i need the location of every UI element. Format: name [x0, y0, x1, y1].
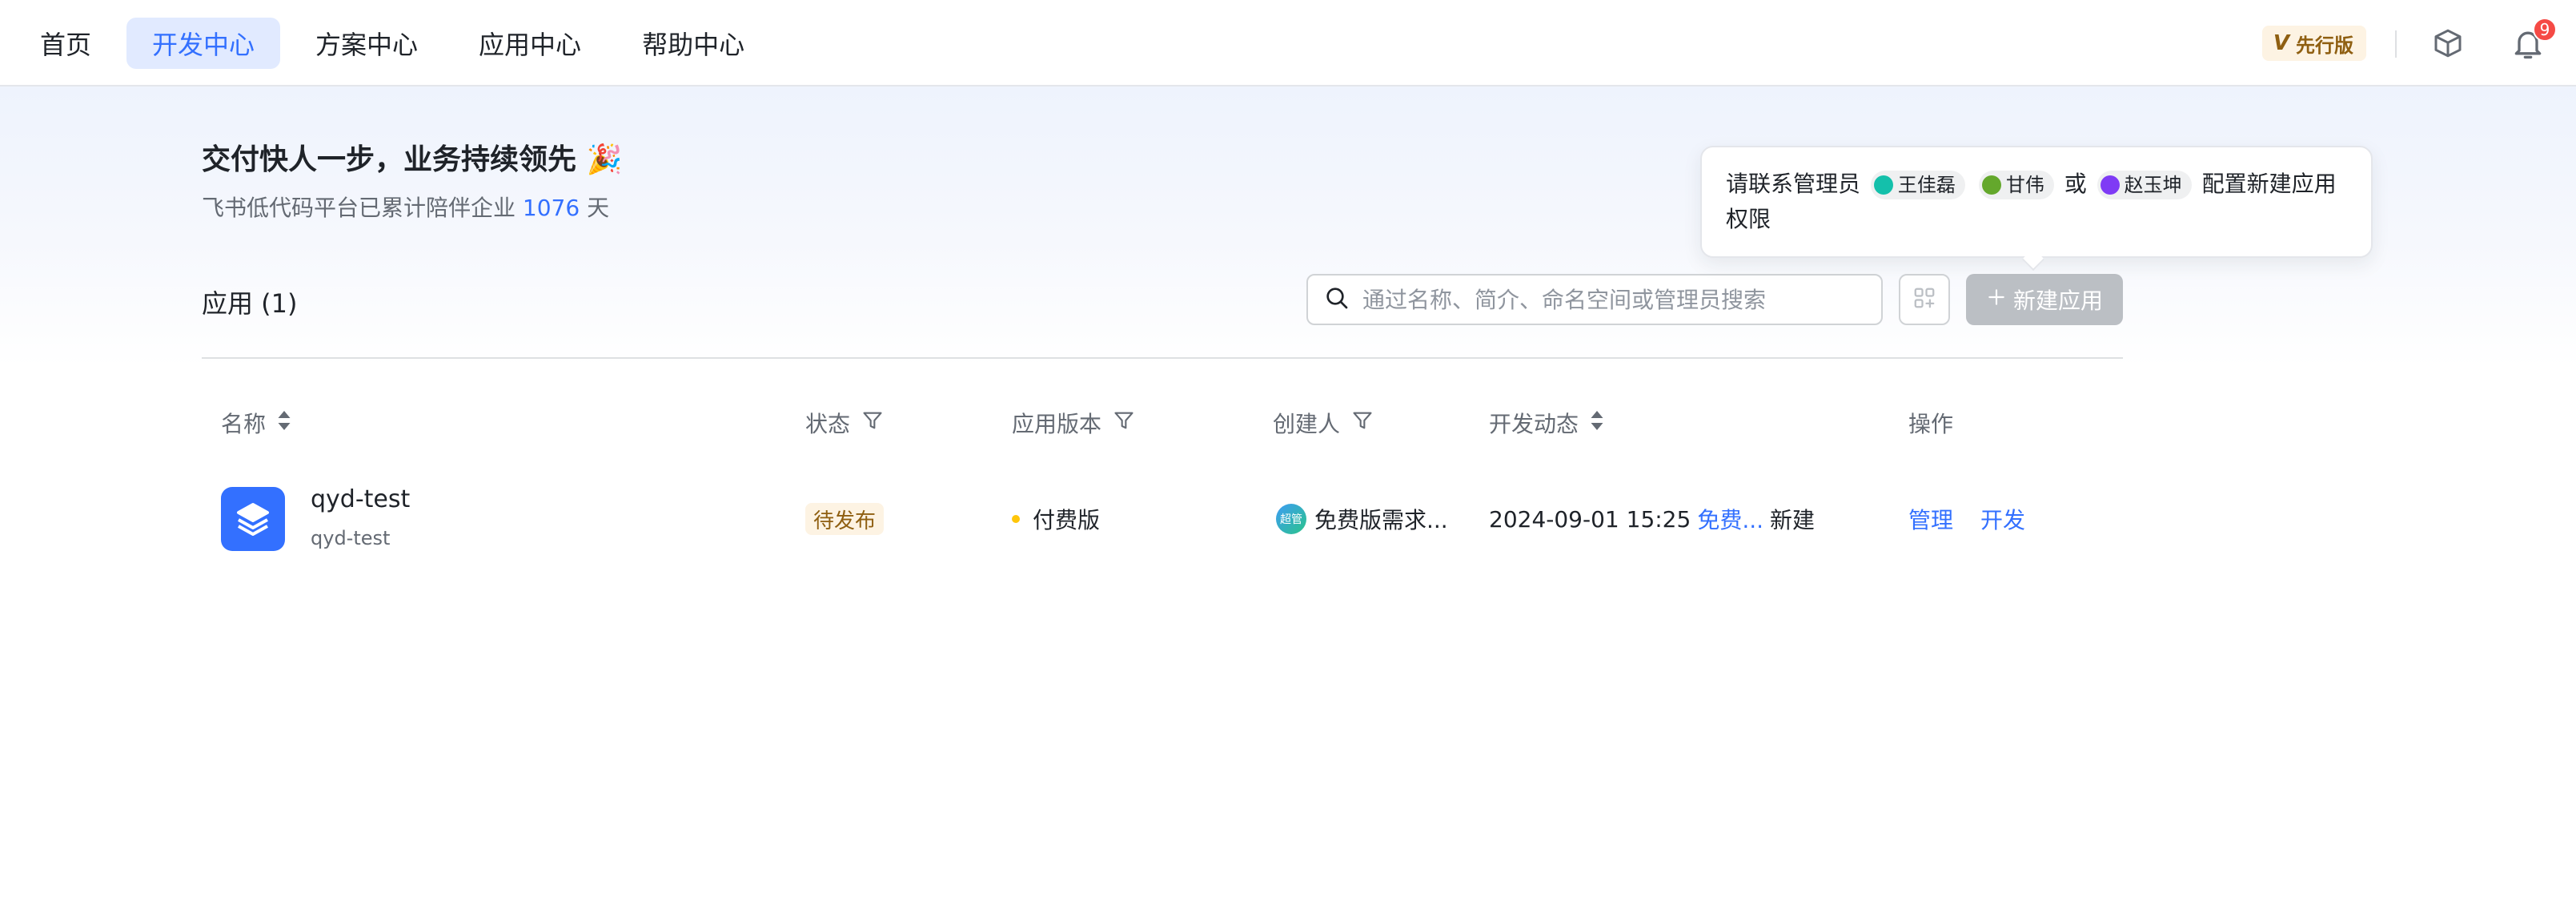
- edition-v-icon: V: [2273, 31, 2289, 55]
- column-header-label: 应用版本: [1012, 411, 1102, 437]
- hero-days-count: 1076: [522, 195, 580, 221]
- notification-count-badge: 9: [2533, 18, 2557, 42]
- section-divider: [202, 357, 2123, 359]
- column-header-label: 状态: [805, 411, 851, 437]
- search-input[interactable]: [1362, 286, 1875, 313]
- hero-subtitle-prefix: 飞书低代码平台已累计陪伴企业: [202, 195, 516, 221]
- hero-subtitle-suffix: 天: [587, 195, 610, 221]
- admin-chip[interactable]: 甘伟: [1978, 171, 2054, 199]
- filter-icon[interactable]: [1113, 409, 1135, 437]
- avatar: [2100, 175, 2120, 195]
- develop-link[interactable]: 开发: [1980, 503, 2025, 535]
- avatar: 超管: [1276, 504, 1306, 534]
- table-row[interactable]: [202, 465, 2123, 573]
- grid-plus-icon: [1912, 286, 1936, 313]
- creator: 超管 免费版需求...: [1276, 503, 1448, 535]
- avatar: [1873, 175, 1893, 195]
- hero-title: 交付快人一步，业务持续领先 🎉: [202, 143, 623, 176]
- admin-name: 赵玉坤: [2124, 174, 2182, 196]
- header-divider: [2395, 30, 2397, 58]
- activity-user-link[interactable]: 免费...: [1697, 503, 1763, 535]
- creator-name: 免费版需求...: [1314, 507, 1448, 533]
- new-app-button[interactable]: 新建应用: [1966, 274, 2123, 325]
- top-navigation-bar: 首页 开发中心 方案中心 应用中心 帮助中心 V 先行版 9: [0, 0, 2576, 86]
- column-header-label: 开发动态: [1489, 411, 1579, 437]
- manage-link[interactable]: 管理: [1908, 503, 1953, 535]
- admin-name: 甘伟: [2005, 174, 2044, 196]
- header-right-area: V 先行版 9: [0, 18, 2576, 69]
- admin-name: 王佳磊: [1897, 174, 1956, 196]
- app-search-box[interactable]: [1306, 274, 1883, 325]
- app-layers-icon: [221, 487, 285, 551]
- app-template-button[interactable]: [1899, 274, 1950, 325]
- search-icon: [1324, 285, 1350, 314]
- hero-subtitle: 飞书低代码平台已累计陪伴企业 1076 天: [202, 191, 609, 223]
- column-header-label: 操作: [1908, 411, 1954, 437]
- plus-icon: [1986, 287, 2007, 313]
- admin-chip[interactable]: 赵玉坤: [2097, 171, 2192, 199]
- column-header-label: 创建人: [1273, 411, 1341, 437]
- admin-chip[interactable]: 王佳磊: [1870, 171, 1965, 199]
- version-label: 付费版: [1033, 507, 1101, 533]
- column-header-actions: 操作: [1908, 407, 1953, 439]
- filter-icon[interactable]: [1351, 409, 1374, 437]
- sort-icon[interactable]: [277, 408, 291, 438]
- sort-icon[interactable]: [1590, 408, 1604, 438]
- apps-count-title: 应用 (1): [202, 288, 298, 319]
- tooltip-conjunction: 或: [2064, 171, 2087, 197]
- activity-time: 2024-09-01 15:25: [1489, 505, 1691, 533]
- activity-action: 新建: [1770, 507, 1816, 533]
- app-version: 付费版: [1012, 503, 1100, 535]
- dev-activity: 2024-09-01 15:25 免费... 新建: [1489, 503, 1815, 535]
- permission-tooltip: 请联系管理员 王佳磊 甘伟 或 赵玉坤 配置新建应用权限: [1700, 146, 2373, 258]
- filter-icon[interactable]: [861, 409, 884, 437]
- column-header-name[interactable]: 名称: [221, 407, 291, 439]
- column-header-creator[interactable]: 创建人: [1273, 407, 1374, 439]
- edition-badge[interactable]: V 先行版: [2261, 26, 2366, 61]
- avatar: [1981, 175, 2001, 195]
- version-dot-icon: [1012, 515, 1020, 523]
- column-header-status[interactable]: 状态: [805, 407, 884, 439]
- edition-label: 先行版: [2296, 34, 2353, 57]
- tooltip-prefix: 请联系管理员: [1726, 171, 1861, 197]
- column-header-label: 名称: [221, 411, 267, 437]
- cube-icon[interactable]: [2432, 27, 2464, 59]
- row-actions: 管理 开发: [1908, 503, 2025, 535]
- column-header-version[interactable]: 应用版本: [1012, 407, 1135, 439]
- column-header-activity[interactable]: 开发动态: [1489, 407, 1604, 439]
- app-name[interactable]: qyd-test: [311, 485, 410, 513]
- app-namespace: qyd-test: [311, 527, 391, 549]
- new-app-label: 新建应用: [2012, 288, 2103, 314]
- status-badge: 待发布: [805, 503, 885, 535]
